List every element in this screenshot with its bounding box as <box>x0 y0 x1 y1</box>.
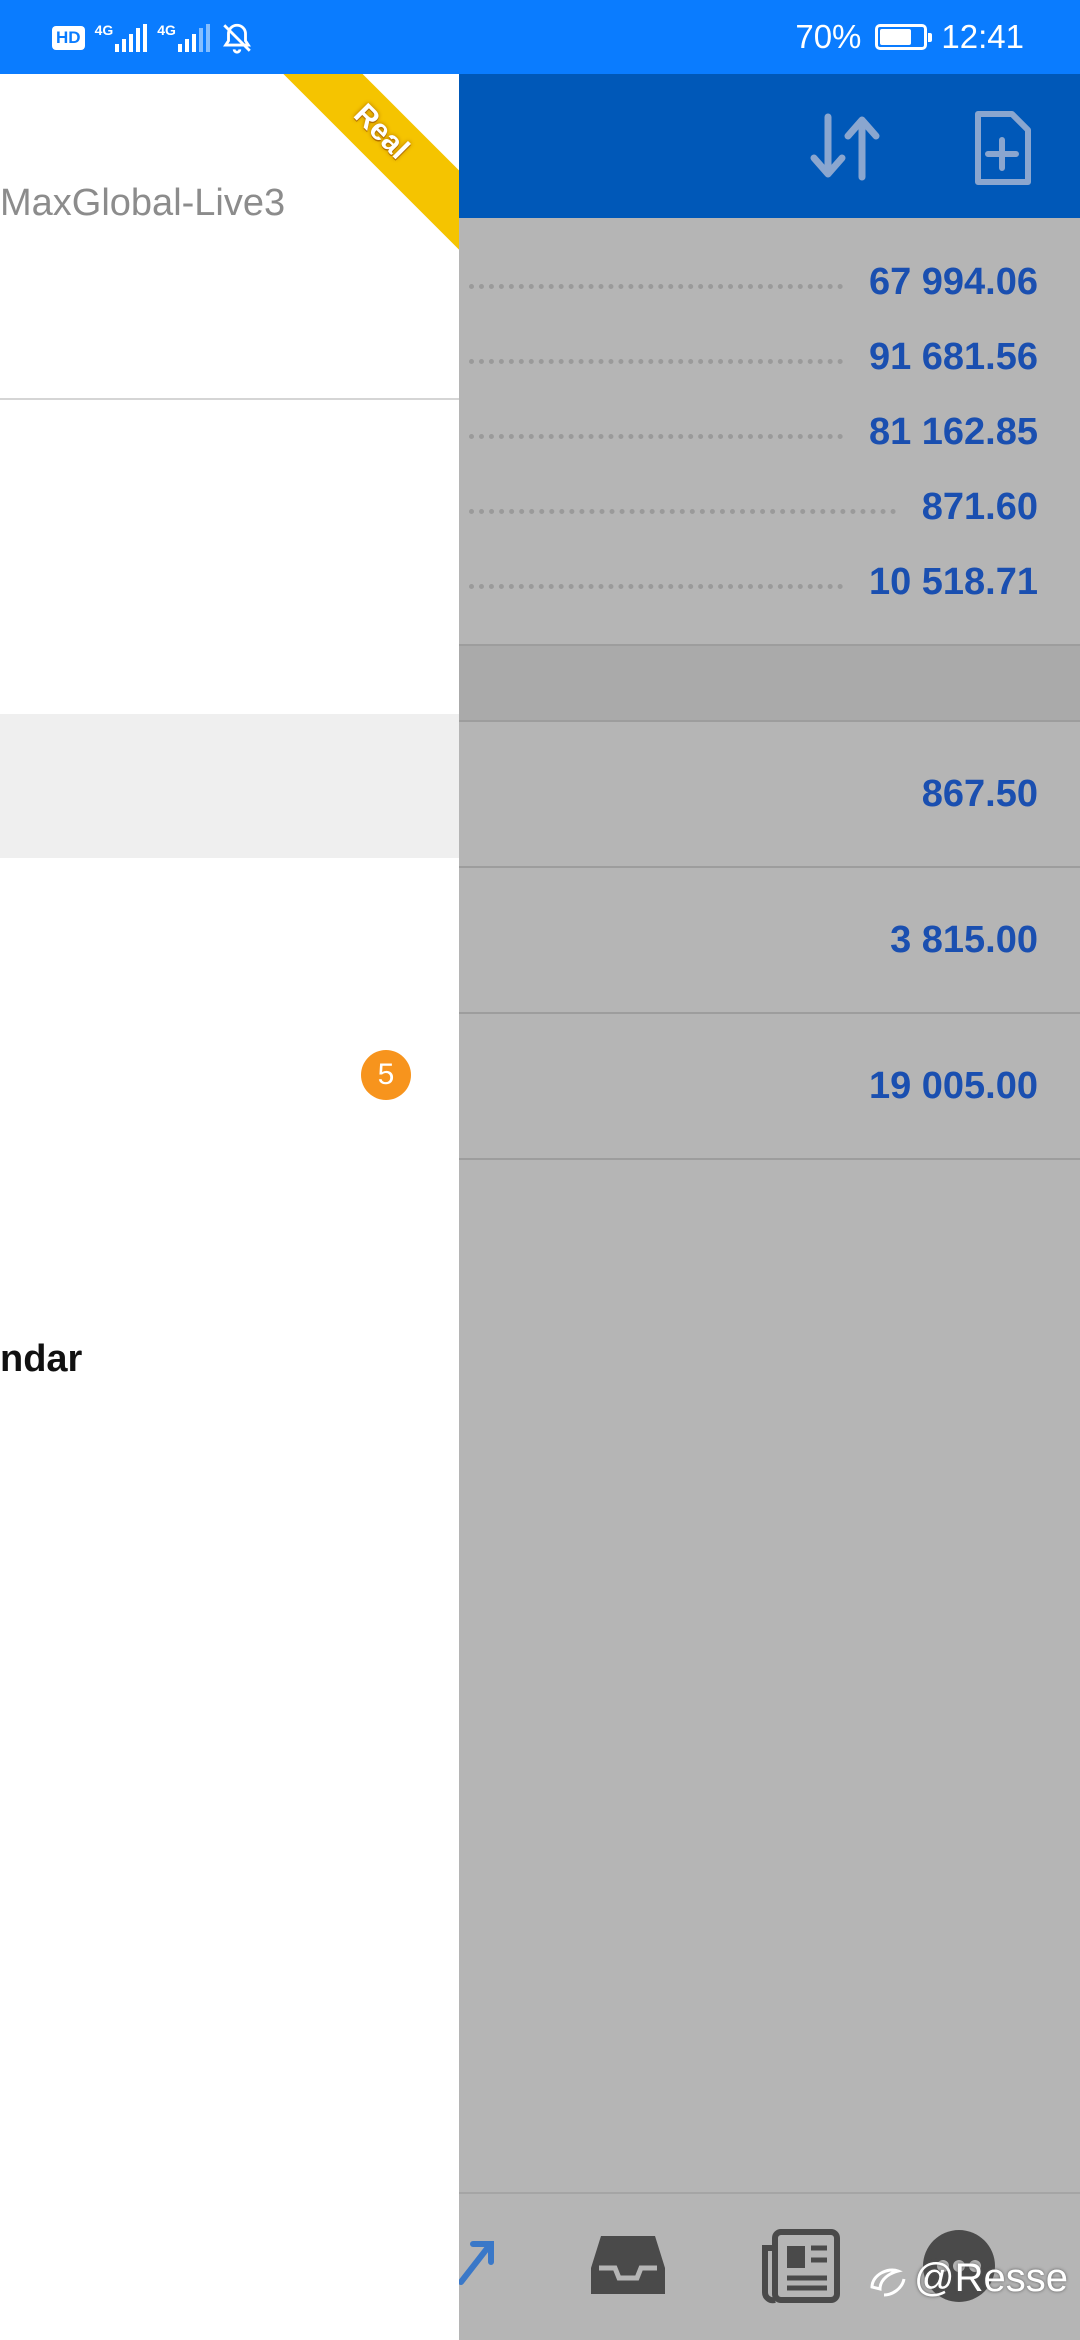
sort-arrows-icon[interactable] <box>806 112 886 182</box>
server-name[interactable]: MaxGlobal-Live3 <box>0 182 285 225</box>
leader-dots <box>469 358 843 364</box>
section-header <box>459 646 1080 720</box>
account-value: 81 162.85 <box>868 410 1038 453</box>
cell-signal-1-icon: 4G <box>95 22 148 54</box>
account-value-row: 871.60 <box>459 475 1080 539</box>
account-value-row: 91 681.56 <box>459 325 1080 389</box>
drawer-item-calendar[interactable]: ndar <box>0 1338 82 1381</box>
watermark: @Resse <box>868 2256 1068 2301</box>
account-value-row: 81 162.85 <box>459 400 1080 464</box>
account-value: 91 681.56 <box>868 335 1038 378</box>
weibo-logo-icon <box>870 2268 906 2296</box>
battery-percent: 70% <box>795 18 862 55</box>
new-document-icon[interactable] <box>972 110 1032 186</box>
position-value: 19 005.00 <box>868 1064 1038 1107</box>
status-left-icons: HD 4G 4G <box>52 18 254 58</box>
position-row[interactable]: 867.50 <box>459 722 1080 866</box>
account-type-ribbon: Real <box>255 74 459 258</box>
position-value: 3 815.00 <box>890 918 1038 961</box>
inbox-icon[interactable] <box>589 2232 667 2300</box>
trade-arrow-icon[interactable] <box>459 2232 499 2292</box>
clock: 12:41 <box>941 18 1024 55</box>
account-value-row: 67 994.06 <box>459 250 1080 314</box>
status-bar: HD 4G 4G 70% 12:41 <box>0 0 1080 74</box>
mute-bell-icon <box>222 23 251 54</box>
hd-voice-icon: HD <box>52 26 85 50</box>
drawer-divider <box>0 398 459 400</box>
cell-signal-2-icon: 4G <box>157 22 210 54</box>
news-icon[interactable] <box>761 2228 841 2304</box>
drawer-selected-item[interactable] <box>0 714 459 858</box>
status-right: 70% 12:41 <box>795 0 1024 74</box>
position-value: 867.50 <box>921 772 1038 815</box>
account-value: 10 518.71 <box>868 560 1038 603</box>
account-value: 67 994.06 <box>868 260 1038 303</box>
navigation-drawer: Real MaxGlobal-Live3 5 ndar <box>0 74 459 2340</box>
battery-icon <box>875 24 933 50</box>
leader-dots <box>469 508 896 514</box>
leader-dots <box>469 283 843 289</box>
mail-count-badge: 5 <box>361 1050 411 1100</box>
position-row[interactable]: 3 815.00 <box>459 868 1080 1012</box>
position-row[interactable]: 19 005.00 <box>459 1014 1080 1158</box>
account-value: 871.60 <box>921 485 1038 528</box>
leader-dots <box>469 433 843 439</box>
account-value-row: 10 518.71 <box>459 550 1080 614</box>
row-divider <box>459 1158 1080 1160</box>
leader-dots <box>469 583 843 589</box>
